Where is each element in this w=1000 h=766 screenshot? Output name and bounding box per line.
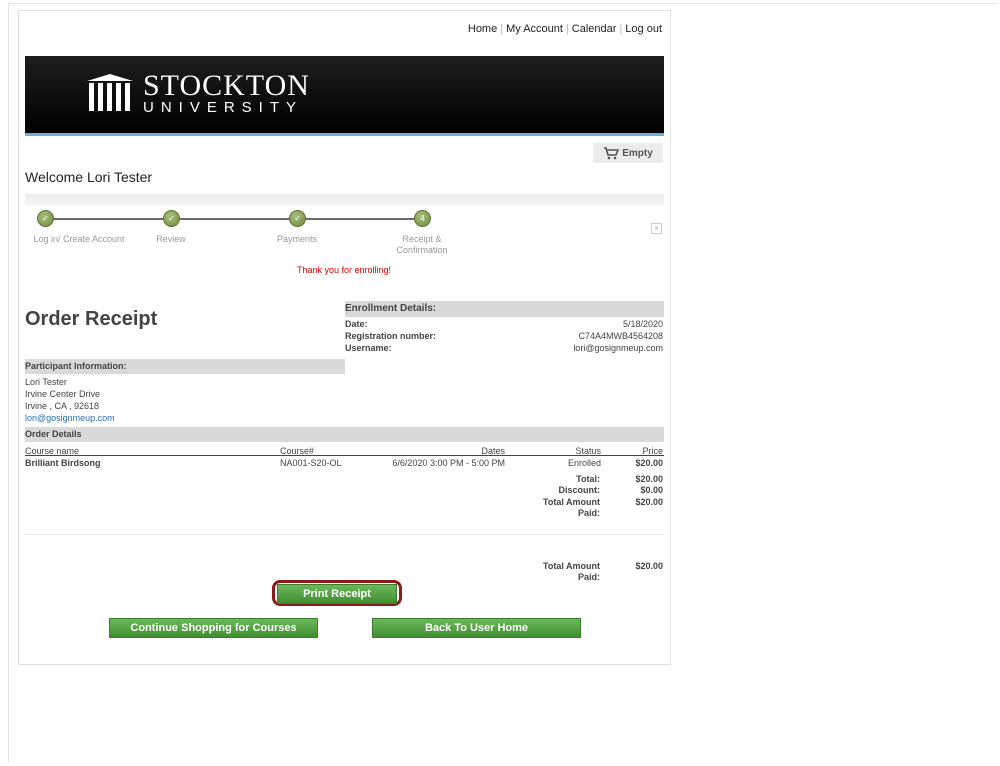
- course-name-cell: Brilliant Birdsong: [25, 458, 101, 468]
- logo-line-1: STOCKTON: [143, 69, 310, 102]
- total-label: Total:: [576, 474, 600, 484]
- discount-value: $0.00: [640, 485, 663, 495]
- step-3-label: Payments: [276, 234, 318, 244]
- discount-label: Discount:: [558, 485, 601, 495]
- participant-name: Lori Tester: [25, 377, 67, 387]
- back-to-user-home-button[interactable]: Back To User Home: [372, 618, 581, 638]
- enrollment-details-heading: Enrollment Details:: [345, 301, 664, 317]
- participant-email-link[interactable]: lori@gosignmeup.com: [25, 413, 115, 423]
- step-4-label: Receipt & Confirmation: [396, 234, 448, 255]
- step-1-check-icon: ✓: [37, 210, 54, 227]
- step-3-check-icon: ✓: [289, 210, 306, 227]
- total-paid-summary-value: $20.00: [635, 561, 663, 571]
- total-paid-label: Total Amount Paid:: [543, 497, 600, 519]
- participant-city: Irvine , CA , 92618: [25, 401, 100, 411]
- nav-calendar-link[interactable]: Calendar: [572, 23, 617, 35]
- summary-divider: [25, 534, 664, 535]
- date-value: 5/18/2020: [622, 319, 663, 329]
- total-paid-summary-label: Total Amount Paid:: [543, 561, 600, 583]
- step-4-number-icon: 4: [414, 210, 431, 227]
- close-icon[interactable]: ×: [651, 223, 662, 234]
- course-dates-cell: 6/6/2020 3:00 PM - 5:00 PM: [392, 458, 505, 468]
- progress-line-final: [299, 218, 425, 220]
- header-banner: STOCKTON UNIVERSITY: [25, 56, 664, 136]
- total-paid-summary-line-2: Paid:: [577, 572, 600, 582]
- total-paid-label-line-1: Total Amount: [543, 497, 600, 507]
- nav-logout-link[interactable]: Log out: [625, 23, 662, 35]
- step-1-label: Log in/ Create Account: [33, 234, 125, 244]
- print-receipt-button[interactable]: Print Receipt: [277, 584, 397, 604]
- step-2-check-icon: ✓: [163, 210, 180, 227]
- page-title: Order Receipt: [25, 308, 158, 330]
- continue-shopping-button[interactable]: Continue Shopping for Courses: [109, 618, 318, 638]
- course-price-cell: $20.00: [635, 458, 663, 468]
- columns-logo-icon: [87, 74, 133, 114]
- cart-label: Empty: [622, 147, 653, 159]
- registration-value: C74A4MWB4564208: [578, 331, 663, 341]
- order-details-heading: Order Details: [25, 427, 664, 442]
- nav-separator: |: [565, 23, 569, 35]
- top-nav: Home | My Account | Calendar | Log out: [468, 23, 662, 35]
- divider-bar: [25, 194, 664, 206]
- step-2-label: Review: [156, 234, 186, 244]
- course-status-cell: Enrolled: [567, 458, 601, 468]
- welcome-heading: Welcome Lori Tester: [25, 169, 153, 185]
- total-value: $20.00: [635, 474, 663, 484]
- thank-you-message: Thank you for enrolling!: [297, 265, 392, 275]
- total-paid-label-line-2: Paid:: [577, 508, 600, 518]
- registration-label: Registration number:: [345, 331, 437, 341]
- cart-icon: [604, 147, 620, 160]
- total-paid-value: $20.00: [635, 497, 663, 507]
- nav-home-link[interactable]: Home: [468, 23, 497, 35]
- column-header-rule: [25, 455, 664, 456]
- username-value: lori@gosignmeup.com: [573, 343, 663, 353]
- nav-separator: |: [619, 23, 623, 35]
- progress-line-completed: [45, 218, 325, 220]
- receipt-page: Home | My Account | Calendar | Log out STOCKTO…: [18, 10, 671, 665]
- course-number-cell: NA001-S20-OL: [280, 458, 342, 468]
- nav-my-account-link[interactable]: My Account: [506, 23, 563, 35]
- date-label: Date:: [345, 319, 368, 329]
- participant-heading: Participant Information:: [25, 359, 345, 374]
- total-paid-summary-line-1: Total Amount: [543, 561, 600, 571]
- username-label: Username:: [345, 343, 392, 353]
- logo-wordmark: STOCKTON UNIVERSITY: [143, 69, 310, 116]
- participant-street: Irvine Center Drive: [25, 389, 101, 399]
- cart-button[interactable]: Empty: [593, 143, 663, 163]
- university-logo[interactable]: STOCKTON UNIVERSITY: [87, 69, 310, 116]
- logo-line-2: UNIVERSITY: [143, 99, 304, 116]
- nav-separator: |: [500, 23, 504, 35]
